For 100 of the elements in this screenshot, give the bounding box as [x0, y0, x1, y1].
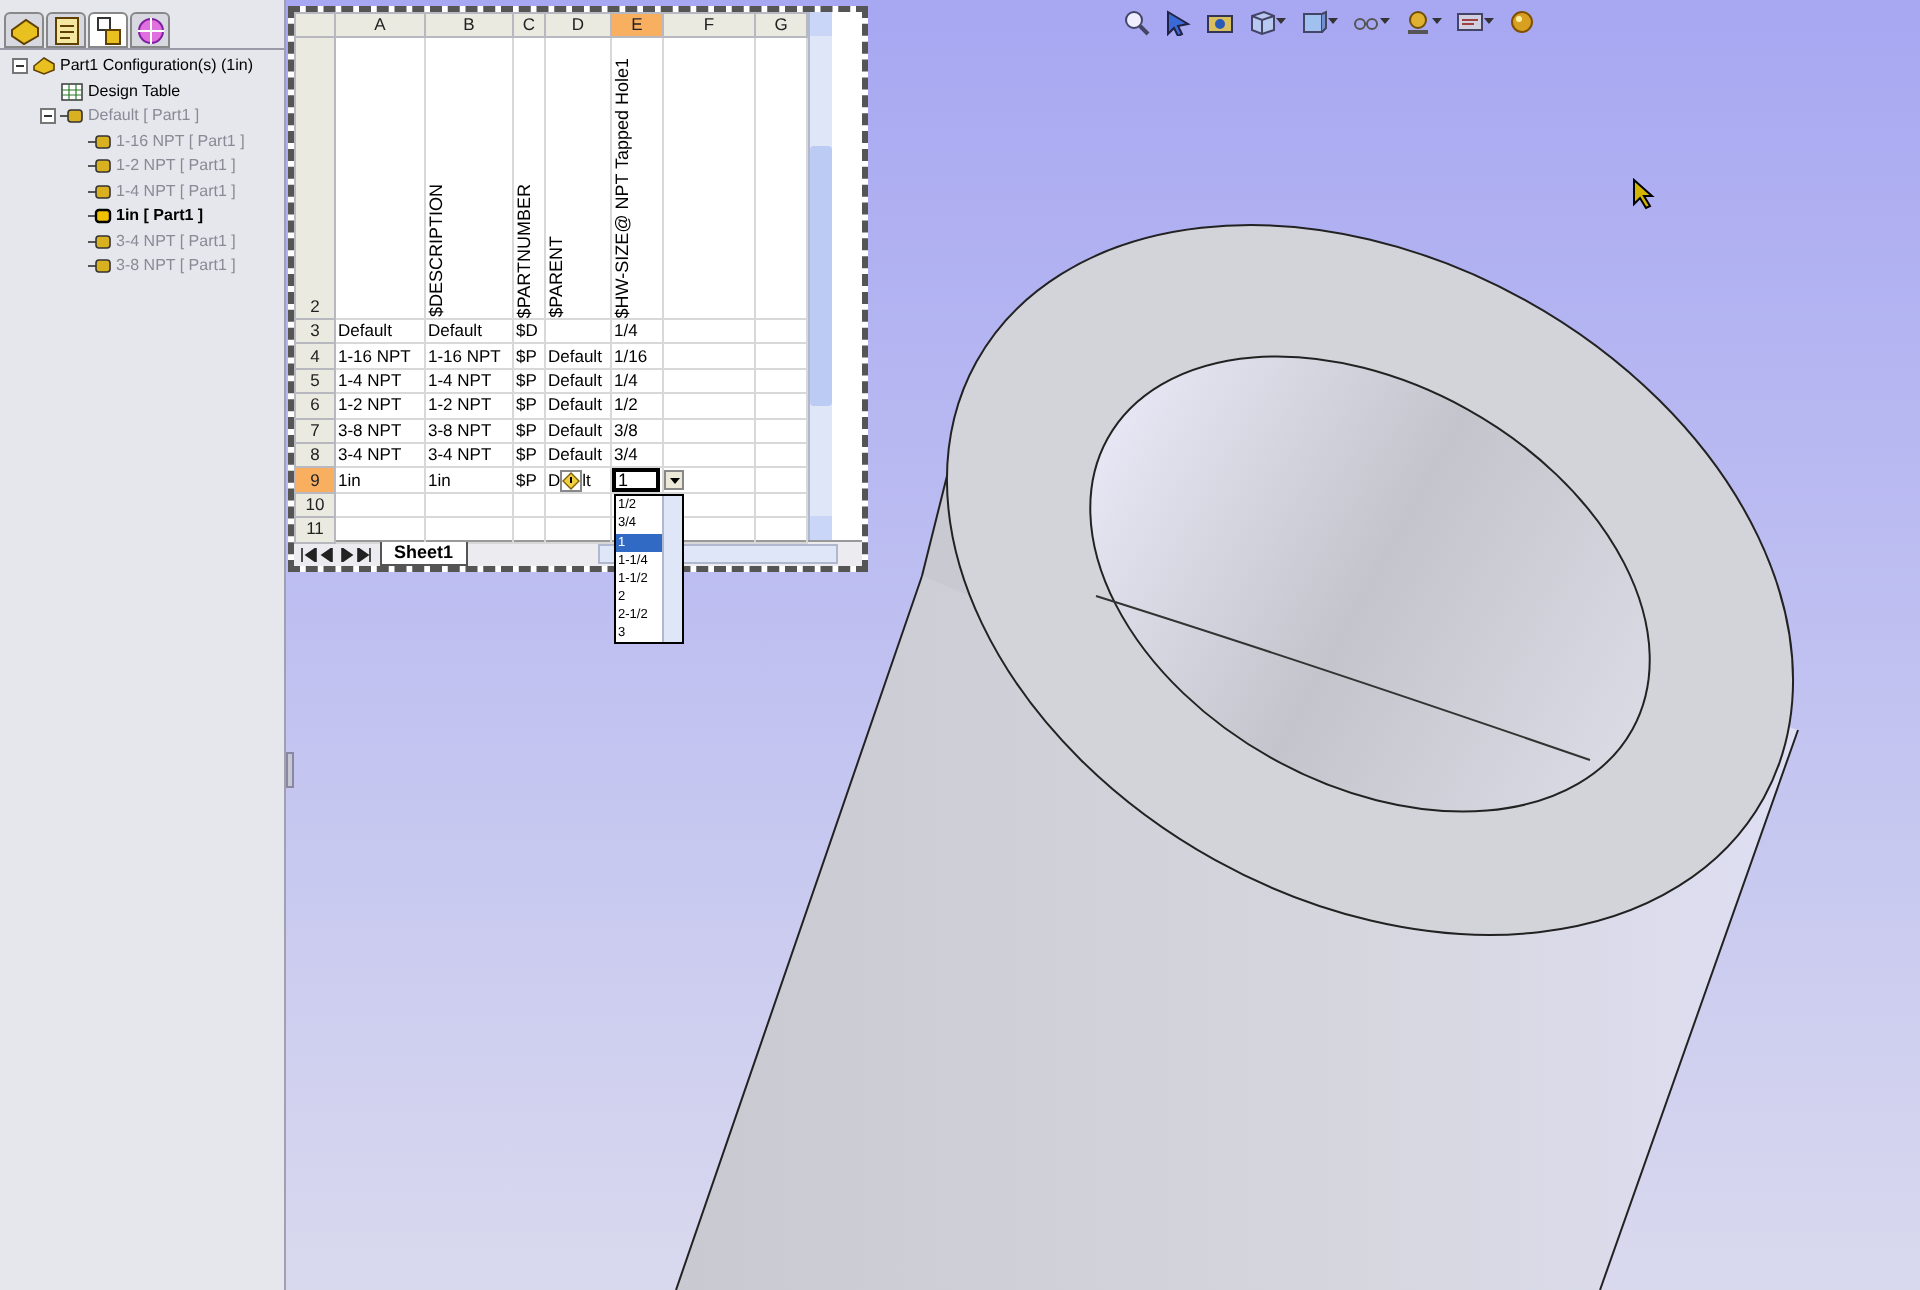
configuration-icon	[88, 156, 112, 177]
panel-tab[interactable]	[46, 12, 86, 48]
table-cell: $D	[516, 320, 538, 341]
column-header[interactable]: B	[425, 13, 513, 37]
table-cell: Default	[338, 320, 392, 341]
expand-toggle[interactable]	[40, 108, 56, 125]
minus-icon	[42, 110, 54, 123]
table-cell: Default	[548, 444, 602, 465]
configuration-icon	[88, 181, 112, 202]
caret-icon	[1380, 18, 1390, 26]
sphere-icon	[1508, 8, 1536, 36]
table-cell-text: $PARENT	[546, 234, 566, 318]
table-cell: Default	[548, 369, 602, 390]
target-icon	[133, 13, 167, 47]
table-cell: 1-4 NPT	[428, 369, 492, 390]
caret-icon	[669, 477, 679, 484]
table-cell: $P	[516, 345, 537, 366]
caret-icon	[1276, 18, 1286, 26]
table-cell: 1-2 NPT	[428, 394, 492, 415]
table-cell: $P	[516, 394, 537, 415]
list-scrollbar[interactable]	[662, 496, 682, 643]
caret-icon	[1484, 18, 1494, 26]
table-cell: $P	[516, 369, 537, 390]
panel-tab[interactable]	[4, 12, 44, 48]
row-header[interactable]: 3	[295, 319, 335, 344]
row-header[interactable]: 8	[295, 442, 335, 468]
tree-item[interactable]: 1in [ Part1 ]	[116, 204, 204, 229]
configuration-icon	[91, 13, 125, 47]
minus-icon	[14, 60, 26, 73]
table-cell-text: $PARTNUMBER	[514, 181, 534, 318]
lights-icon	[1404, 8, 1432, 36]
box-icon	[1248, 8, 1276, 36]
part-icon	[7, 13, 41, 47]
cube-icon	[1300, 8, 1328, 36]
configuration-group-icon	[32, 56, 56, 77]
row-header[interactable]: 6	[295, 393, 335, 419]
toolbar-button[interactable]	[1300, 8, 1338, 36]
panel-tab[interactable]	[130, 12, 170, 48]
toolbar-button[interactable]	[1248, 8, 1286, 36]
table-cell-text: $HW-SIZE@ NPT Tapped Hole1	[612, 55, 632, 318]
column-header[interactable]: E	[611, 13, 663, 37]
row-header[interactable]: 9	[295, 467, 335, 493]
tree-item[interactable]: Design Table	[88, 79, 181, 104]
row-header[interactable]: 4	[295, 343, 335, 369]
zoom-icon	[1122, 8, 1150, 36]
configuration-icon	[60, 106, 84, 127]
splitter-handle[interactable]	[286, 752, 294, 788]
tree-item[interactable]: Part1 Configuration(s) (1in)	[60, 54, 253, 79]
table-cell: 1/4	[614, 369, 638, 390]
table-cell: 3-8 NPT	[338, 419, 402, 440]
column-header[interactable]: D	[545, 13, 611, 37]
sheet-tab[interactable]: Sheet1	[380, 542, 468, 566]
row-header[interactable]: 11	[295, 517, 335, 543]
caret-icon	[1328, 18, 1338, 26]
table-cell: Default	[548, 394, 602, 415]
toolbar-button[interactable]	[1404, 8, 1442, 36]
configuration-icon	[88, 131, 112, 152]
table-cell: D	[548, 469, 561, 492]
column-header[interactable]: G	[755, 13, 807, 37]
display-icon	[1456, 8, 1484, 36]
expand-toggle[interactable]	[12, 58, 28, 75]
table-cell: 1in	[338, 469, 361, 490]
toolbar-button[interactable]	[1508, 8, 1536, 36]
column-header[interactable]: C	[513, 13, 545, 37]
table-cell: 1-4 NPT	[338, 369, 402, 390]
cursor-icon	[1632, 178, 1656, 210]
table-cell: $P	[516, 444, 537, 465]
panel-tab[interactable]	[88, 12, 128, 48]
table-cell-text: $DESCRIPTION	[426, 182, 446, 318]
table-cell: 1/2	[614, 394, 638, 415]
vertical-scrollbar[interactable]	[808, 12, 832, 540]
row-header[interactable]: 5	[295, 368, 335, 394]
toolbar-button[interactable]	[1122, 8, 1150, 36]
row-header[interactable]: 7	[295, 418, 335, 443]
table-cell: 3/8	[614, 419, 638, 440]
smart-tag-icon[interactable]	[560, 469, 583, 492]
caret-icon	[1432, 18, 1442, 26]
table-cell: 1-2 NPT	[338, 394, 402, 415]
cell-input-field[interactable]: 1	[612, 468, 660, 493]
table-cell: 1/4	[614, 320, 638, 341]
table-cell: 3-8 NPT	[428, 419, 492, 440]
configuration-icon	[88, 231, 112, 252]
toolbar-button[interactable]	[1164, 8, 1192, 36]
table-cell: Default	[548, 419, 602, 440]
property-sheet-icon	[49, 13, 83, 47]
row-header[interactable]: 2	[295, 37, 335, 319]
table-cell: 3-4 NPT	[428, 444, 492, 465]
table-cell: 3/4	[614, 444, 638, 465]
table-cell: 3-4 NPT	[338, 444, 402, 465]
table-cell: 1-16 NPT	[338, 345, 411, 366]
column-header[interactable]: F	[663, 13, 755, 37]
table-icon	[60, 81, 84, 102]
row-header[interactable]: 10	[295, 492, 335, 518]
table-cell: $P	[516, 419, 537, 440]
table-cell: 1in	[428, 469, 451, 490]
table-cell: $P	[516, 469, 537, 490]
column-header[interactable]: A	[335, 13, 425, 37]
toolbar-button[interactable]	[1456, 8, 1494, 36]
dropdown-button[interactable]	[664, 470, 684, 491]
table-cell: lt	[582, 469, 591, 492]
